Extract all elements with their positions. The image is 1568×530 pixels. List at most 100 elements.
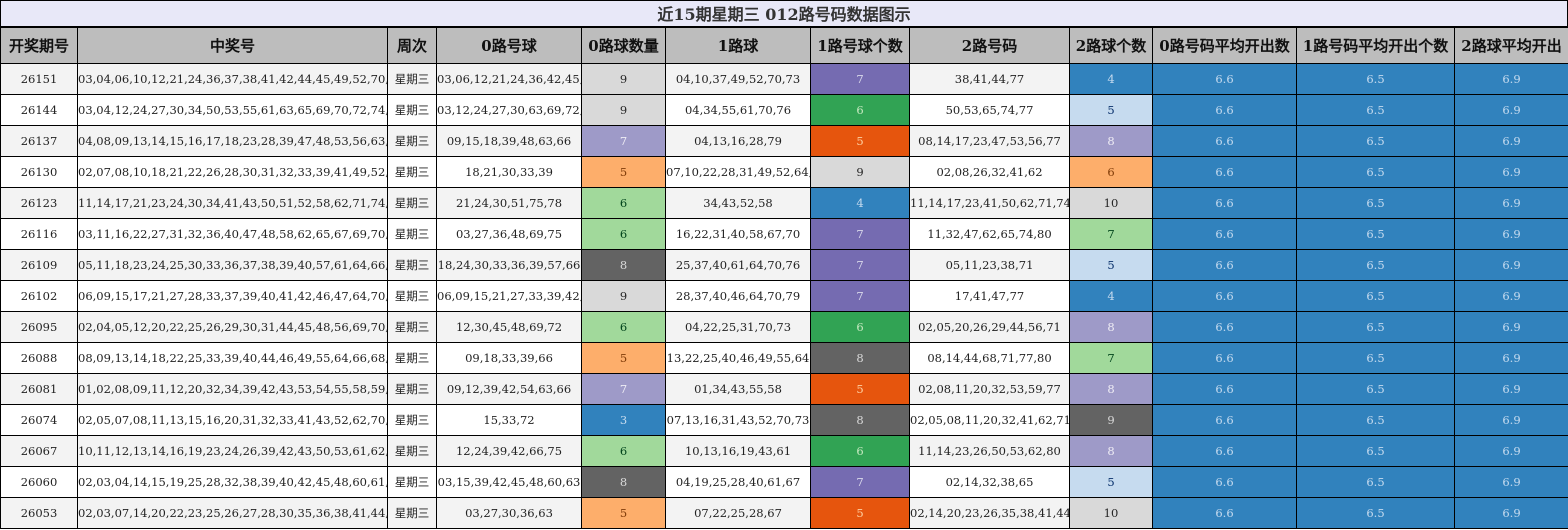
cell-route1-count: 9: [810, 156, 910, 188]
cell-numbers: 11,14,17,21,23,24,30,34,41,43,50,51,52,5…: [77, 187, 388, 219]
cell-route2-average: 6.9: [1454, 373, 1568, 405]
cell-route2-numbers: 11,14,17,23,41,50,62,71,74,80: [909, 187, 1070, 219]
cell-route0-count: 6: [581, 311, 666, 343]
cell-route0-numbers: 15,33,72: [436, 404, 582, 436]
cell-route1-numbers: 16,22,31,40,58,67,70: [665, 218, 811, 250]
cell-route0-average: 6.6: [1152, 404, 1297, 436]
cell-route0-count: 6: [581, 218, 666, 250]
cell-issue: 26144: [0, 94, 78, 126]
cell-route2-numbers: 50,53,65,74,77: [909, 94, 1070, 126]
cell-issue: 26116: [0, 218, 78, 250]
cell-route0-count: 3: [581, 404, 666, 436]
table-row: 26123 11,14,17,21,23,24,30,34,41,43,50,51…: [0, 187, 1568, 219]
cell-route0-count: 6: [581, 187, 666, 219]
cell-route0-count: 9: [581, 63, 666, 95]
cell-route1-average: 6.5: [1296, 94, 1455, 126]
cell-issue: 26053: [0, 497, 78, 529]
cell-route1-count: 7: [810, 249, 910, 281]
cell-route2-numbers: 08,14,44,68,71,77,80: [909, 342, 1070, 374]
cell-route0-count: 7: [581, 373, 666, 405]
cell-route1-count: 5: [810, 125, 910, 157]
cell-week: 星期三: [387, 218, 437, 250]
cell-route0-count: 9: [581, 280, 666, 312]
cell-route2-count: 8: [1069, 373, 1153, 405]
cell-route2-numbers: 02,05,08,11,20,32,41,62,71: [909, 404, 1070, 436]
cell-week: 星期三: [387, 435, 437, 467]
cell-numbers: 02,07,08,10,18,21,22,26,28,30,31,32,33,3…: [77, 156, 388, 188]
cell-week: 星期三: [387, 342, 437, 374]
cell-route0-average: 6.6: [1152, 280, 1297, 312]
cell-issue: 26095: [0, 311, 78, 343]
cell-route1-average: 6.5: [1296, 497, 1455, 529]
column-header: 0路号码平均开出数: [1152, 27, 1297, 64]
cell-route0-count: 9: [581, 94, 666, 126]
cell-issue: 26088: [0, 342, 78, 374]
cell-route0-numbers: 09,15,18,39,48,63,66: [436, 125, 582, 157]
cell-route0-average: 6.6: [1152, 94, 1297, 126]
cell-route2-numbers: 02,14,20,23,26,35,38,41,44,68: [909, 497, 1070, 529]
cell-route2-count: 8: [1069, 125, 1153, 157]
cell-route0-average: 6.6: [1152, 466, 1297, 498]
cell-route0-average: 6.6: [1152, 342, 1297, 374]
cell-route2-count: 7: [1069, 342, 1153, 374]
cell-issue: 26130: [0, 156, 78, 188]
cell-route1-numbers: 10,13,16,19,43,61: [665, 435, 811, 467]
cell-route0-numbers: 12,24,39,42,66,75: [436, 435, 582, 467]
cell-route2-numbers: 02,05,20,26,29,44,56,71: [909, 311, 1070, 343]
cell-route1-numbers: 04,13,16,28,79: [665, 125, 811, 157]
column-header: 中奖号: [77, 27, 388, 64]
cell-route0-count: 5: [581, 497, 666, 529]
cell-route0-average: 6.6: [1152, 63, 1297, 95]
cell-route2-numbers: 11,14,23,26,50,53,62,80: [909, 435, 1070, 467]
column-header: 0路球数量: [581, 27, 666, 64]
column-header: 2路球个数: [1069, 27, 1153, 64]
cell-route1-numbers: 07,13,16,31,43,52,70,73: [665, 404, 811, 436]
cell-route2-average: 6.9: [1454, 218, 1568, 250]
cell-numbers: 02,03,04,14,15,19,25,28,32,38,39,40,42,4…: [77, 466, 388, 498]
cell-route1-numbers: 04,19,25,28,40,61,67: [665, 466, 811, 498]
cell-route2-numbers: 17,41,47,77: [909, 280, 1070, 312]
cell-route2-average: 6.9: [1454, 187, 1568, 219]
cell-route2-count: 5: [1069, 466, 1153, 498]
cell-route0-count: 6: [581, 435, 666, 467]
table-row: 26109 05,11,18,23,24,25,30,33,36,37,38,39…: [0, 249, 1568, 281]
cell-route1-numbers: 01,34,43,55,58: [665, 373, 811, 405]
cell-numbers: 04,08,09,13,14,15,16,17,18,23,28,39,47,4…: [77, 125, 388, 157]
cell-route1-count: 6: [810, 311, 910, 343]
cell-route0-numbers: 03,27,36,48,69,75: [436, 218, 582, 250]
cell-route1-average: 6.5: [1296, 218, 1455, 250]
table-row: 26137 04,08,09,13,14,15,16,17,18,23,28,39…: [0, 125, 1568, 157]
cell-issue: 26060: [0, 466, 78, 498]
table-row: 26081 01,02,08,09,11,12,20,32,34,39,42,43…: [0, 373, 1568, 405]
cell-route1-numbers: 34,43,52,58: [665, 187, 811, 219]
cell-route1-count: 6: [810, 435, 910, 467]
cell-route0-average: 6.6: [1152, 125, 1297, 157]
column-header: 周次: [387, 27, 437, 64]
cell-week: 星期三: [387, 156, 437, 188]
cell-route1-numbers: 07,22,25,28,67: [665, 497, 811, 529]
cell-route2-numbers: 38,41,44,77: [909, 63, 1070, 95]
column-header: 1路号码平均开出个数: [1296, 27, 1455, 64]
cell-issue: 26102: [0, 280, 78, 312]
cell-issue: 26081: [0, 373, 78, 405]
cell-week: 星期三: [387, 94, 437, 126]
column-header: 2路球平均开出: [1454, 27, 1568, 64]
cell-route0-average: 6.6: [1152, 249, 1297, 281]
cell-numbers: 06,09,15,17,21,27,28,33,37,39,40,41,42,4…: [77, 280, 388, 312]
column-header: 1路球: [665, 27, 811, 64]
cell-issue: 26137: [0, 125, 78, 157]
table-row: 26151 03,04,06,10,12,21,24,36,37,38,41,42…: [0, 63, 1568, 95]
cell-week: 星期三: [387, 63, 437, 95]
cell-route2-numbers: 02,14,32,38,65: [909, 466, 1070, 498]
cell-numbers: 02,05,07,08,11,13,15,16,20,31,32,33,41,4…: [77, 404, 388, 436]
cell-numbers: 03,11,16,22,27,31,32,36,40,47,48,58,62,6…: [77, 218, 388, 250]
cell-route1-average: 6.5: [1296, 249, 1455, 281]
cell-route0-numbers: 09,18,33,39,66: [436, 342, 582, 374]
cell-week: 星期三: [387, 125, 437, 157]
cell-route1-average: 6.5: [1296, 435, 1455, 467]
cell-route1-count: 7: [810, 466, 910, 498]
cell-route2-numbers: 11,32,47,62,65,74,80: [909, 218, 1070, 250]
cell-route0-average: 6.6: [1152, 497, 1297, 529]
cell-route1-numbers: 07,10,22,28,31,49,52,64,67: [665, 156, 811, 188]
column-header: 1路号球个数: [810, 27, 910, 64]
